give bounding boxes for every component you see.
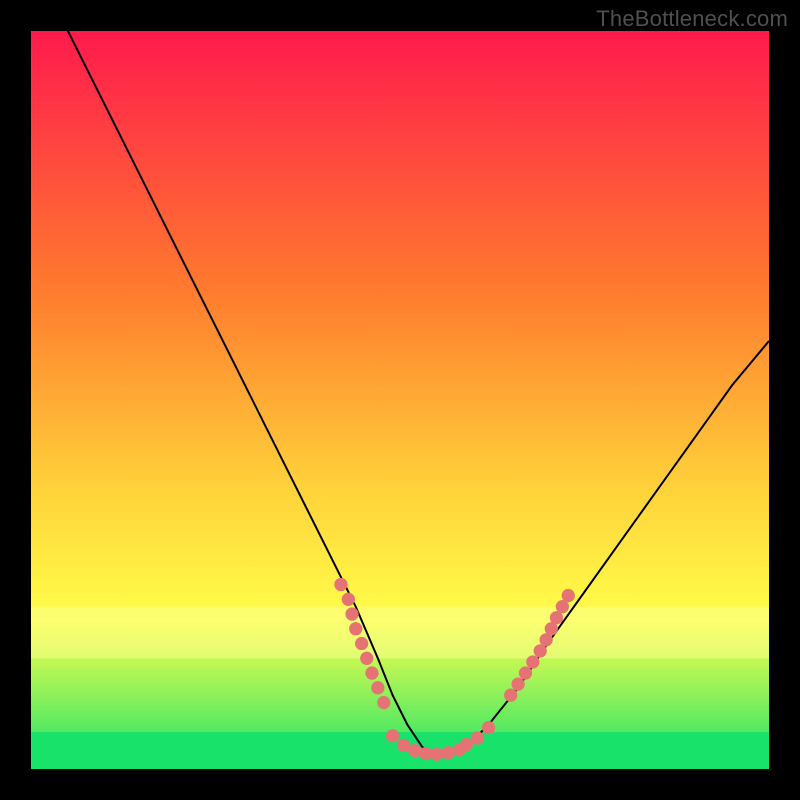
pale-band [31,607,769,659]
data-dot [460,738,473,751]
watermark-text: TheBottleneck.com [596,6,788,32]
data-dot [365,666,378,679]
data-dot [519,666,532,679]
data-dot [562,589,575,602]
data-dot [471,731,484,744]
data-dot [334,578,347,591]
plot-area [31,31,769,769]
data-dot [349,622,362,635]
data-dot [355,637,368,650]
data-dot [482,721,495,734]
data-dot [377,696,390,709]
data-dot [360,652,373,665]
data-dot [386,729,399,742]
data-dot [342,593,355,606]
data-dot [504,689,517,702]
chart-frame: TheBottleneck.com [0,0,800,800]
data-dot [371,681,384,694]
chart-svg [31,31,769,769]
data-dot [526,655,539,668]
data-dot [345,607,358,620]
data-dot [511,677,524,690]
